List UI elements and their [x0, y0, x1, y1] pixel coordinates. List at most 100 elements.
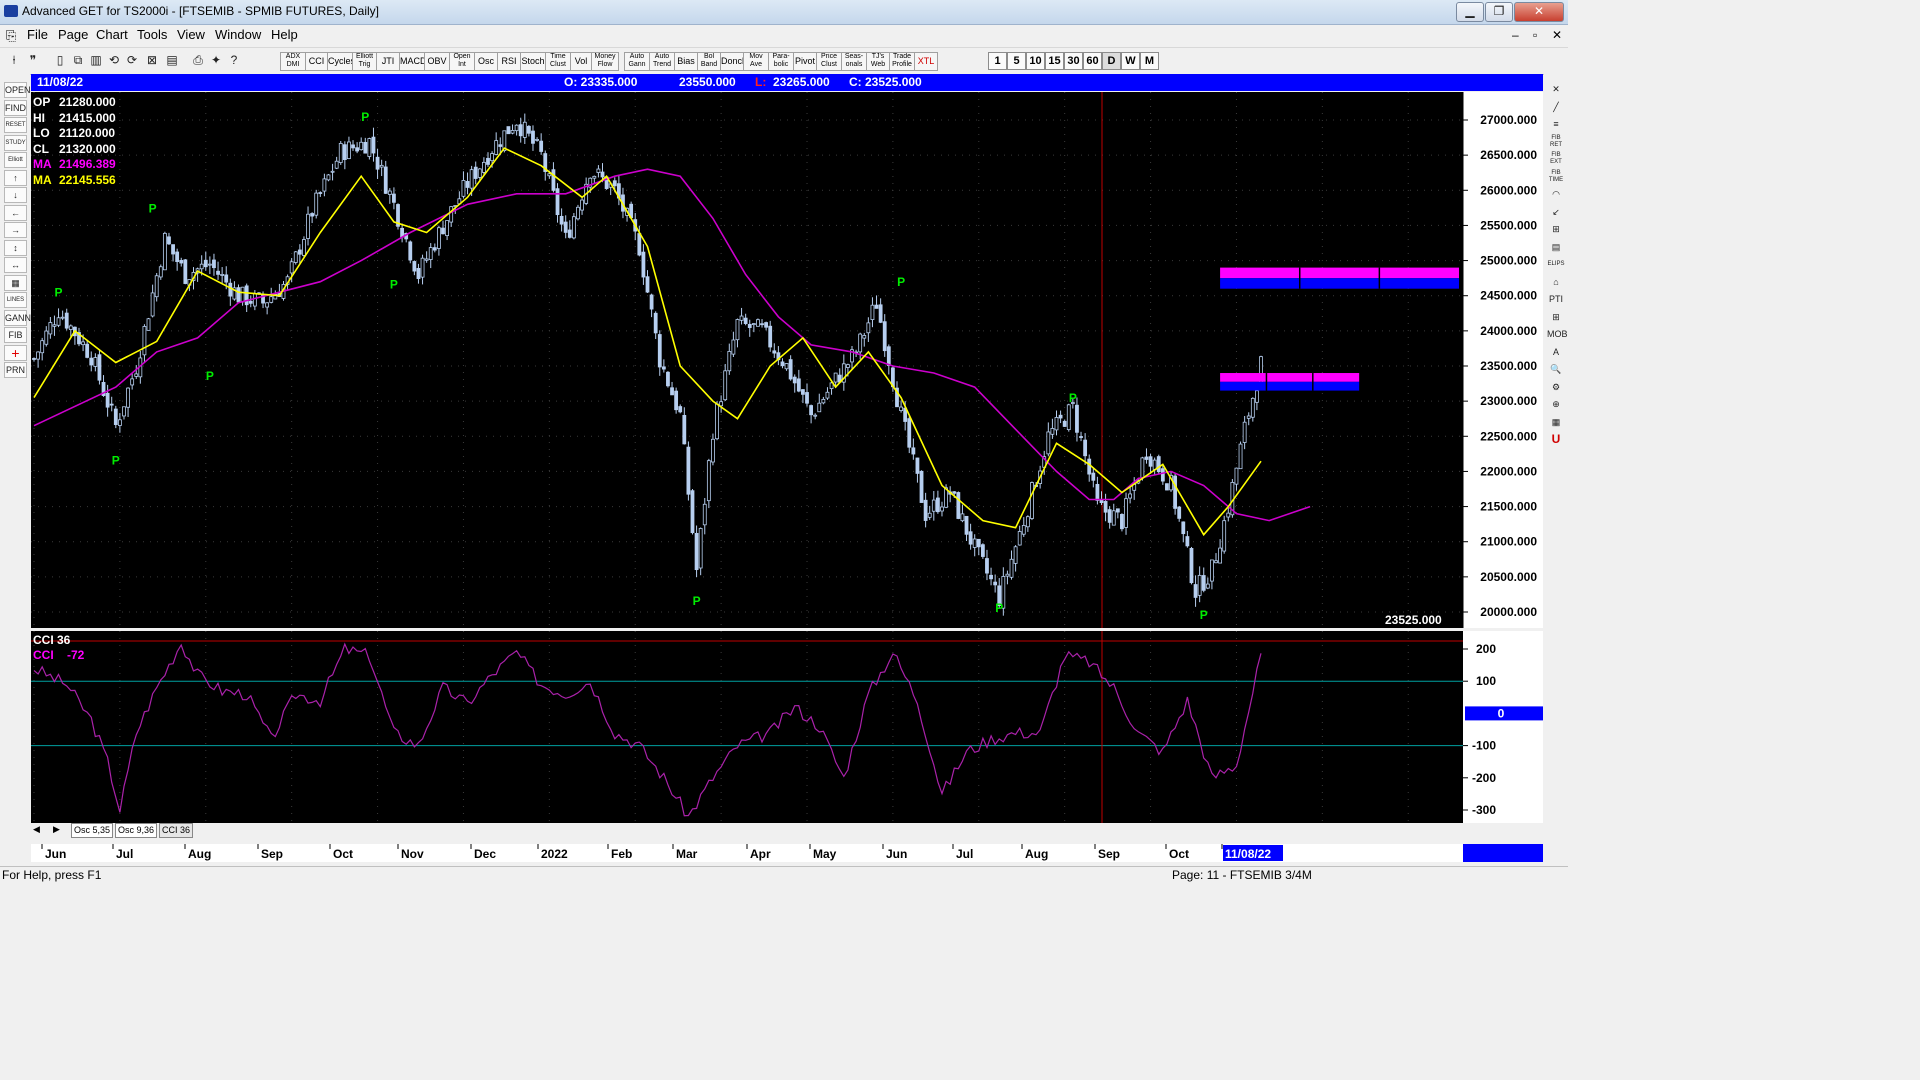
close-button[interactable]: ✕ — [1514, 2, 1564, 22]
study-time-clust-button[interactable]: Time Clust — [545, 52, 571, 71]
timeframe-5-button[interactable]: 5 — [1007, 52, 1026, 70]
study-macd-button[interactable]: MACD — [399, 52, 425, 71]
cci-chart[interactable]: 200 100 0 -100 -200 -300 — [31, 631, 1543, 823]
copy-icon[interactable]: ⧉ — [70, 52, 86, 68]
drawtool-item-13-icon[interactable]: ⊞ — [1547, 310, 1565, 324]
study-jti-button[interactable]: JTI — [376, 52, 400, 71]
tool-find-icon[interactable]: FIND — [4, 99, 27, 116]
drawtool-elips-icon[interactable]: ELIPS — [1547, 257, 1565, 271]
drawtool-item-2-icon[interactable]: ≡ — [1547, 117, 1565, 131]
study-pivot-button[interactable]: Pivot — [793, 52, 817, 71]
drawtool-item-18-icon[interactable]: ⊕ — [1547, 397, 1565, 411]
drawtool-item-8-icon[interactable]: ⊞ — [1547, 222, 1565, 236]
study-stoch-button[interactable]: Stoch — [520, 52, 546, 71]
price-chart-panel[interactable]: P P P P P P P P P P P 27000.000 26500.000 26000.000 25… — [31, 92, 1543, 628]
price-chart[interactable]: P P P P P P P P P P P 27000.000 26500.000 26000.000 25… — [31, 92, 1543, 628]
refresh-alt-icon[interactable]: ⟳ — [124, 52, 140, 68]
grid-icon[interactable]: ⊠ — [144, 52, 160, 68]
print-icon[interactable]: ⎙ — [190, 52, 206, 68]
tool-lines-icon[interactable]: LINES — [4, 292, 27, 308]
timeframe-d-button[interactable]: D — [1102, 52, 1121, 70]
new-icon[interactable]: ▯ — [52, 52, 68, 68]
drawtool-item-19-icon[interactable]: ▦ — [1547, 415, 1565, 429]
study-osc-button[interactable]: Osc — [474, 52, 498, 71]
tool-elliott-icon[interactable]: Elliott — [4, 152, 27, 168]
pin-icon[interactable]: ⍿ — [6, 52, 22, 68]
tool-prn-icon[interactable]: PRN — [4, 362, 27, 378]
timeframe-10-button[interactable]: 10 — [1026, 52, 1045, 70]
study-cycles-button[interactable]: Cycles — [327, 52, 353, 71]
study-trade-profile-button[interactable]: Trade Profile — [889, 52, 915, 71]
menu-help[interactable]: Help — [268, 27, 301, 42]
timeframe-1-button[interactable]: 1 — [988, 52, 1007, 70]
tab-osc-9-36[interactable]: Osc 9,36 — [115, 823, 158, 838]
study-mov-ave-button[interactable]: Mov Ave — [743, 52, 769, 71]
refresh-icon[interactable]: ⟲ — [106, 52, 122, 68]
tool-item-7-icon[interactable]: ← — [4, 204, 27, 221]
study-obv-button[interactable]: OBV — [424, 52, 450, 71]
drawtool-fib-ext-icon[interactable]: FIB EXT — [1547, 152, 1565, 166]
tab-osc-5-35[interactable]: Osc 5,35 — [71, 823, 114, 838]
lightbulb-icon[interactable]: ✦ — [208, 52, 224, 68]
study-auto-trend-button[interactable]: Auto Trend — [649, 52, 675, 71]
timeframe-60-button[interactable]: 60 — [1083, 52, 1102, 70]
layout-icon[interactable]: ▤ — [164, 52, 180, 68]
drawtool-item-16-icon[interactable]: 🔍 — [1547, 362, 1565, 376]
study-donch-button[interactable]: Donch — [720, 52, 744, 71]
bars-icon[interactable]: ▥ — [88, 52, 104, 68]
menu-window[interactable]: Window — [212, 27, 264, 42]
study-rsi-button[interactable]: RSI — [497, 52, 521, 71]
menu-chart[interactable]: Chart — [93, 27, 131, 42]
child-restore-button[interactable]: ▫ — [1533, 28, 1537, 42]
drawtool-fib-ret-icon[interactable]: FIB RET — [1547, 135, 1565, 149]
tool-study-icon[interactable]: STUDY — [4, 134, 27, 151]
timeframe-15-button[interactable]: 15 — [1045, 52, 1064, 70]
menu-tools[interactable]: Tools — [134, 27, 170, 42]
study-bol-band-button[interactable]: Bol Band — [697, 52, 721, 71]
drawtool-item-6-icon[interactable]: ◠ — [1547, 187, 1565, 201]
help-icon[interactable]: ? — [226, 52, 242, 68]
drawtool-u-icon[interactable]: U — [1547, 432, 1565, 446]
drawtool-item-9-icon[interactable]: ▤ — [1547, 240, 1565, 254]
drawtool-item-17-icon[interactable]: ⚙ — [1547, 380, 1565, 394]
tool-item-10-icon[interactable]: ↔ — [4, 257, 27, 273]
menu-page[interactable]: Page — [55, 27, 91, 42]
maximize-button[interactable]: ❐ — [1485, 2, 1513, 22]
drawtool-item-11-icon[interactable]: ⌂ — [1547, 275, 1565, 289]
menu-view[interactable]: View — [174, 27, 208, 42]
menu-file[interactable]: File — [24, 27, 51, 42]
drawtool-fib-time-icon[interactable]: FIB TIME — [1547, 170, 1565, 184]
child-close-button[interactable]: ✕ — [1552, 28, 1562, 42]
tool-item-15-icon[interactable]: + — [4, 344, 27, 361]
study-seas-onals-button[interactable]: Seas- onals — [841, 52, 867, 71]
drawtool-pti-icon[interactable]: PTI — [1547, 292, 1565, 306]
drawtool-a-icon[interactable]: A — [1547, 345, 1565, 359]
study-bias-button[interactable]: Bias — [674, 52, 698, 71]
study-elliott-trig-button[interactable]: Elliott Trig — [352, 52, 377, 71]
quote-icon[interactable]: ❞ — [25, 52, 41, 68]
tool-gann-icon[interactable]: GANN — [4, 309, 31, 326]
drawtool-mob-icon[interactable]: MOB — [1547, 327, 1568, 341]
study-vol-button[interactable]: Vol — [570, 52, 592, 71]
child-minimize-button[interactable]: – — [1512, 28, 1519, 42]
study-xtl-button[interactable]: XTL — [914, 52, 938, 71]
cci-panel[interactable]: 200 100 0 -100 -200 -300 CCI 36 CCI -72 — [31, 631, 1543, 823]
tool-item-9-icon[interactable]: ↕ — [4, 239, 27, 256]
tab-cci-36[interactable]: CCI 36 — [159, 823, 194, 838]
study-money-flow-button[interactable]: Money Flow — [591, 52, 619, 71]
timeframe-30-button[interactable]: 30 — [1064, 52, 1083, 70]
tab-scroll-left-icon[interactable]: ◀ — [33, 824, 40, 835]
study-auto-gann-button[interactable]: Auto Gann — [624, 52, 650, 71]
drawtool-item-1-icon[interactable]: ╱ — [1547, 100, 1565, 114]
minimize-button[interactable]: ▁ — [1456, 2, 1484, 22]
study-price-clust-button[interactable]: Price Clust — [816, 52, 842, 71]
drawtool-item-7-icon[interactable]: ↙ — [1547, 205, 1565, 219]
timeframe-w-button[interactable]: W — [1121, 52, 1140, 70]
drawtool-item-0-icon[interactable]: ✕ — [1547, 82, 1565, 96]
tool-fib-icon[interactable]: FIB — [4, 327, 27, 343]
study-cci-button[interactable]: CCI — [305, 52, 328, 71]
study-open-int-button[interactable]: Open Int — [449, 52, 475, 71]
study-tj-s-web-button[interactable]: TJ's Web — [866, 52, 890, 71]
tool-item-5-icon[interactable]: ↑ — [4, 169, 27, 186]
tab-scroll-right-icon[interactable]: ▶ — [53, 824, 60, 835]
